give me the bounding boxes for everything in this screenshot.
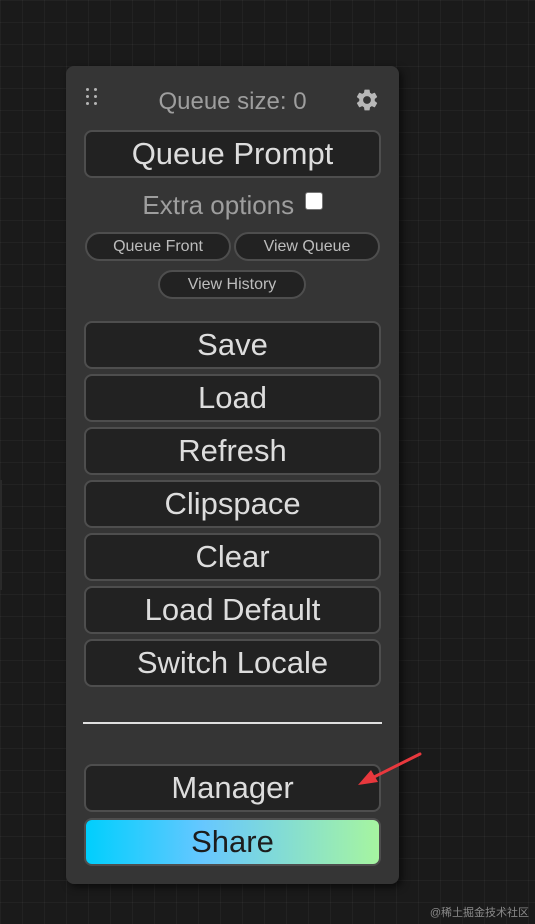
- load-default-button[interactable]: Load Default: [84, 586, 381, 634]
- clipspace-button[interactable]: Clipspace: [84, 480, 381, 528]
- manager-button[interactable]: Manager: [84, 764, 381, 812]
- save-button[interactable]: Save: [84, 321, 381, 369]
- view-history-button[interactable]: View History: [158, 270, 306, 299]
- queue-front-button[interactable]: Queue Front: [85, 232, 231, 261]
- extra-options-row: Extra options: [66, 188, 399, 222]
- load-button[interactable]: Load: [84, 374, 381, 422]
- watermark-text: @稀土掘金技术社区: [429, 907, 529, 919]
- drag-handle-icon[interactable]: [86, 88, 100, 110]
- canvas-node-edge: [0, 480, 2, 590]
- share-button[interactable]: Share: [84, 818, 381, 866]
- comfy-menu-panel: Queue size: 0 Queue Prompt Extra options…: [66, 66, 399, 884]
- extra-options-checkbox[interactable]: [304, 192, 323, 210]
- switch-locale-button[interactable]: Switch Locale: [84, 639, 381, 687]
- refresh-button[interactable]: Refresh: [84, 427, 381, 475]
- extra-options-label: Extra options: [142, 190, 295, 220]
- menu-divider: [83, 722, 382, 724]
- clear-button[interactable]: Clear: [84, 533, 381, 581]
- queue-size-label: Queue size: 0: [158, 88, 307, 115]
- view-queue-button[interactable]: View Queue: [234, 232, 380, 261]
- queue-prompt-button[interactable]: Queue Prompt: [84, 130, 381, 178]
- gear-icon[interactable]: [354, 87, 380, 113]
